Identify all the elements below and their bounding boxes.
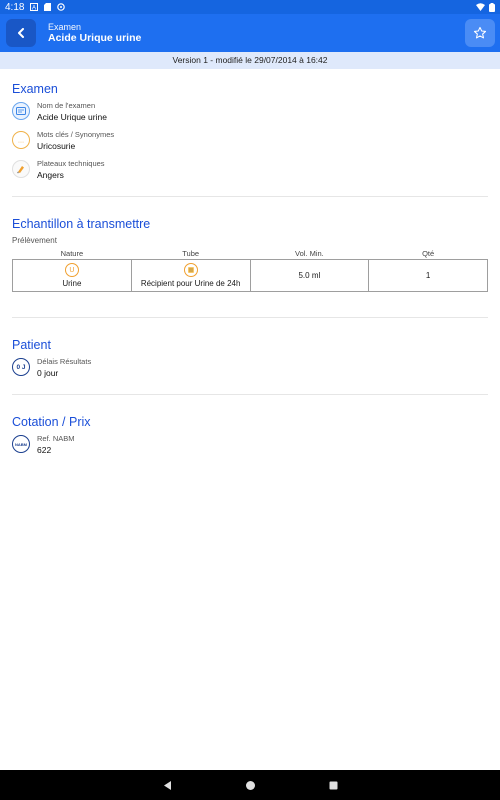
cotation-section: Cotation / Prix NABM Ref. NABM 622 xyxy=(12,395,488,455)
exam-name-label: Nom de l'examen xyxy=(37,101,96,110)
vol-cell: 5.0 ml xyxy=(249,259,370,292)
nature-value: Urine xyxy=(62,279,82,288)
col-header-tube: Tube xyxy=(182,249,200,258)
cotation-section-title: Cotation / Prix xyxy=(12,415,91,429)
nabm-label: Ref. NABM xyxy=(37,434,75,443)
container-icon xyxy=(183,263,198,277)
col-header-nature: Nature xyxy=(60,249,84,258)
tech-platform-row: Plateaux techniques Angers xyxy=(12,159,488,180)
qte-cell: 1 xyxy=(368,259,488,292)
app-bar-title: Acide Urique urine xyxy=(48,32,142,45)
urine-icon: U xyxy=(64,263,79,277)
favorite-button[interactable] xyxy=(465,19,495,47)
delay-icon: 0 J xyxy=(12,358,30,376)
app-bar-subtitle: Examen xyxy=(48,21,82,32)
nav-back-button[interactable] xyxy=(162,780,173,791)
tube-cell: Récipient pour Urine de 24h xyxy=(130,259,251,292)
prelevement-label: Prélèvement xyxy=(12,236,57,245)
status-time: 4:18 xyxy=(5,1,25,13)
qte-value: 1 xyxy=(425,271,431,280)
circle-home-icon xyxy=(245,780,255,790)
tech-platform-label: Plateaux techniques xyxy=(37,159,105,168)
nabm-row: NABM Ref. NABM 622 xyxy=(12,434,488,455)
navigation-bar xyxy=(0,770,500,800)
version-info: Version 1 - modifié le 29/07/2014 à 16:4… xyxy=(0,52,500,69)
svg-text:A: A xyxy=(32,5,36,11)
wifi-icon xyxy=(476,3,485,11)
square-recents-icon xyxy=(329,781,337,789)
sync-icon xyxy=(57,3,66,11)
exam-name-icon xyxy=(12,102,30,120)
notification-icon: A xyxy=(30,3,39,11)
nabm-icon: NABM xyxy=(12,435,30,453)
triangle-back-icon xyxy=(163,780,171,790)
keywords-row: … Mots clés / Synonymes Uricosurie xyxy=(12,130,488,151)
nav-recents-button[interactable] xyxy=(328,780,339,791)
status-bar: 4:18 A xyxy=(0,0,500,14)
echantillon-section-title: Echantillon à transmettre xyxy=(12,217,151,231)
examen-section: Examen Nom de l'examen Acide Urique urin… xyxy=(12,69,488,180)
patient-section: Patient 0 J Délais Résultats 0 jour xyxy=(12,318,488,378)
nature-cell: U Urine xyxy=(12,259,132,292)
sample-table: Nature Tube Vol. Min. Qté U Urine Récipi… xyxy=(12,249,488,292)
app-bar: Examen Acide Urique urine xyxy=(0,14,500,52)
chevron-left-icon xyxy=(18,28,24,38)
star-icon xyxy=(473,26,487,39)
col-header-vol: Vol. Min. xyxy=(295,249,324,258)
result-delay-label: Délais Résultats xyxy=(37,357,92,366)
exam-name-row: Nom de l'examen Acide Urique urine xyxy=(12,101,488,122)
keywords-icon: … xyxy=(12,131,30,149)
table-row: U Urine Récipient pour Urine de 24h 5.0 … xyxy=(12,259,488,292)
battery-icon xyxy=(489,2,495,12)
back-button[interactable] xyxy=(6,19,36,47)
tech-platform-value: Angers xyxy=(37,170,64,180)
result-delay-row: 0 J Délais Résultats 0 jour xyxy=(12,357,488,378)
tech-platform-icon xyxy=(12,160,30,178)
examen-section-title: Examen xyxy=(12,82,58,96)
vol-value: 5.0 ml xyxy=(298,271,321,280)
patient-section-title: Patient xyxy=(12,338,51,352)
tube-value: Récipient pour Urine de 24h xyxy=(140,279,241,288)
nav-home-button[interactable] xyxy=(245,780,256,791)
keywords-label: Mots clés / Synonymes xyxy=(37,130,115,139)
col-header-qte: Qté xyxy=(422,249,435,258)
main-content: Examen Nom de l'examen Acide Urique urin… xyxy=(12,69,488,455)
sd-card-icon xyxy=(44,3,52,11)
nabm-value: 622 xyxy=(37,445,52,455)
result-delay-value: 0 jour xyxy=(37,368,59,378)
keywords-value: Uricosurie xyxy=(37,141,76,151)
exam-name-value: Acide Urique urine xyxy=(37,112,107,122)
svg-text:…: … xyxy=(18,138,25,145)
echantillon-section: Echantillon à transmettre Prélèvement Na… xyxy=(12,197,488,292)
